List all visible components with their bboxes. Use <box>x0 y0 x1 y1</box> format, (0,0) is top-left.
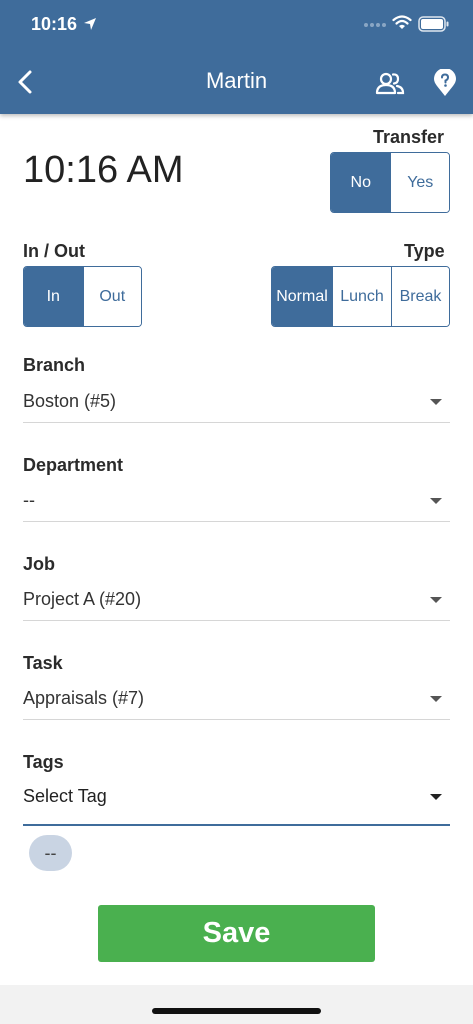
caret-down-icon <box>430 498 442 504</box>
caret-down-icon <box>430 696 442 702</box>
department-value: -- <box>23 490 35 510</box>
bottom-bar <box>0 985 473 1024</box>
branch-label: Branch <box>23 355 86 375</box>
department-label: Department <box>23 455 124 475</box>
battery-icon <box>418 16 449 32</box>
caret-down-icon <box>430 794 442 800</box>
job-label: Job <box>23 554 56 574</box>
branch-dropdown[interactable]: Boston (#5) <box>23 383 450 423</box>
transfer-option-yes[interactable]: Yes <box>390 153 449 212</box>
job-dropdown[interactable]: Project A (#20) <box>23 581 450 621</box>
tags-value: Select Tag <box>23 786 107 806</box>
task-value: Appraisals (#7) <box>23 688 145 708</box>
save-button[interactable]: Save <box>98 905 375 962</box>
tags-label: Tags <box>23 752 64 772</box>
in-out-option-in[interactable]: In <box>24 267 83 326</box>
users-icon[interactable] <box>375 70 405 96</box>
type-option-lunch[interactable]: Lunch <box>332 267 391 326</box>
home-indicator <box>152 1008 321 1014</box>
branch-value: Boston (#5) <box>23 391 117 411</box>
task-dropdown[interactable]: Appraisals (#7) <box>23 680 450 720</box>
transfer-toggle: No Yes <box>330 152 450 213</box>
tag-chip[interactable]: -- <box>29 835 72 871</box>
type-toggle: Normal Lunch Break <box>271 266 450 327</box>
job-value: Project A (#20) <box>23 589 142 609</box>
signal-dots-icon <box>364 23 386 27</box>
type-label: Type <box>404 241 445 261</box>
location-arrow-icon <box>84 18 96 30</box>
caret-down-icon <box>430 597 442 603</box>
transfer-label: Transfer <box>373 127 445 147</box>
in-out-toggle: In Out <box>23 266 142 327</box>
wifi-icon <box>392 15 412 29</box>
transfer-option-no[interactable]: No <box>331 153 391 212</box>
in-out-label: In / Out <box>23 241 85 261</box>
nav-header: 10:16 Martin <box>0 0 473 114</box>
tags-dropdown[interactable]: Select Tag <box>23 778 450 826</box>
current-time: 10:16 AM <box>23 149 184 191</box>
status-time: 10:16 <box>31 14 78 34</box>
department-dropdown[interactable]: -- <box>23 482 450 522</box>
type-option-normal[interactable]: Normal <box>272 267 332 326</box>
task-label: Task <box>23 653 63 673</box>
caret-down-icon <box>430 399 442 405</box>
type-option-break[interactable]: Break <box>391 267 449 326</box>
in-out-option-out[interactable]: Out <box>82 267 141 326</box>
help-marker-icon[interactable] <box>434 69 456 97</box>
